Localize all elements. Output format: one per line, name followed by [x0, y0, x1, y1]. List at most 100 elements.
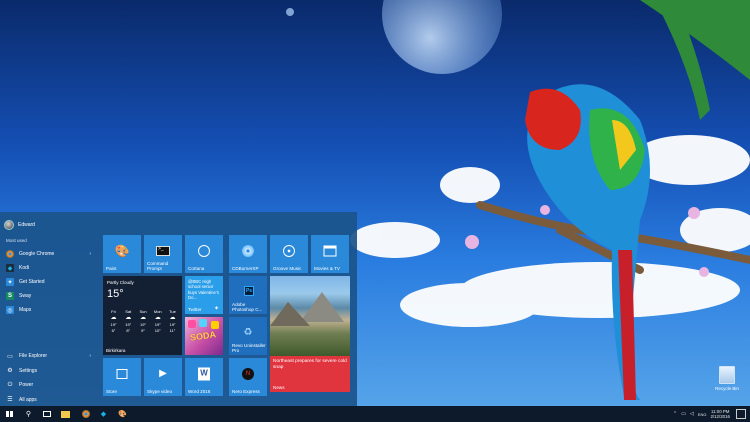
app-item-label: Google Chrome — [19, 251, 55, 257]
chrome-taskbar-button[interactable] — [79, 408, 92, 420]
tile-news[interactable]: Northeast prepares for severe cold snap … — [270, 356, 350, 392]
tile-paint[interactable]: 🎨 Paint — [103, 235, 141, 273]
forecast-day: Sat ☁ 19° 8° — [122, 309, 135, 334]
app-item-google-chrome[interactable]: Google Chrome › — [3, 247, 97, 261]
chrome-icon — [81, 410, 90, 418]
tile-skype-video[interactable]: ▶ Skype video — [144, 358, 182, 396]
store-bag-icon — [116, 368, 128, 379]
user-account-button[interactable]: Edward — [4, 220, 35, 230]
chevron-right-icon[interactable]: › — [89, 251, 91, 257]
gear-icon: ⚙ — [7, 368, 13, 375]
tile-twitter[interactable]: @BBC High school senior buys Valentine's… — [185, 276, 223, 314]
power-label: Power — [19, 382, 34, 389]
forecast-day: Sun ☁ 19° 9° — [137, 309, 150, 334]
candy-icon — [211, 321, 219, 329]
tile-revo-uninstaller[interactable]: ♻ Revo Uninstaller Pro — [229, 317, 267, 355]
tile-label: CDBurnerXP — [232, 266, 259, 271]
paint-taskbar-button[interactable]: 🎨 — [116, 408, 129, 420]
partly-cloudy-icon: ☁ — [154, 315, 161, 321]
tile-label: Adobe Photoshop C... — [232, 302, 263, 312]
language-indicator[interactable]: ENG — [698, 412, 707, 417]
clock[interactable]: 11:00 PM 2/12/2016 — [710, 409, 730, 420]
action-center-button[interactable] — [736, 409, 746, 419]
tile-photoshop[interactable]: Ps Adobe Photoshop C... — [229, 276, 267, 314]
tile-cdburnerxp[interactable]: CDBurnerXP — [229, 235, 267, 273]
weather-temperature: 15° — [107, 288, 124, 300]
power-button[interactable]: ⏻ Power — [3, 378, 97, 393]
search-button[interactable]: ⚲ — [22, 408, 35, 420]
terminal-icon: >_ — [156, 245, 170, 256]
app-item-kodi[interactable]: ◆ Kodi — [3, 261, 97, 275]
tile-cortana[interactable]: Cortana — [185, 235, 223, 273]
forecast-low: 10° — [154, 328, 161, 333]
news-photo — [270, 302, 310, 326]
tile-label: Movies & TV — [314, 266, 340, 271]
tile-command-prompt[interactable]: >_ Command Prompt — [144, 235, 182, 273]
app-item-maps[interactable]: ◎ Maps — [3, 303, 97, 317]
tile-weather[interactable]: Partly Cloudy 15° Fri ☁ 19° 6° Sat ☁ 19°… — [103, 276, 182, 355]
task-view-button[interactable] — [40, 408, 53, 420]
sway-icon: S — [6, 292, 14, 300]
folder-icon — [61, 410, 70, 418]
weather-location: Birkirkara — [106, 348, 126, 353]
weather-forecast: Fri ☁ 19° 6° Sat ☁ 19° 8° Sun ☁ 19° 9° M… — [107, 309, 179, 334]
tile-word-2016[interactable]: W Word 2016 — [185, 358, 223, 396]
volume-icon[interactable]: ◁ — [690, 411, 694, 417]
twitter-bird-icon: ✦ — [213, 306, 219, 312]
file-explorer-taskbar-button[interactable] — [59, 408, 72, 420]
network-icon[interactable]: ▭ — [681, 411, 686, 417]
tile-label: Cortana — [188, 266, 205, 271]
word-icon: W — [198, 367, 210, 381]
search-icon: ⚲ — [25, 411, 32, 418]
clapperboard-icon — [323, 245, 337, 257]
file-explorer-button[interactable]: ▭ File Explorer › — [3, 349, 97, 364]
tile-label: Twitter — [188, 307, 202, 312]
revo-uninstaller-icon: ♻ — [243, 326, 253, 338]
tile-label: Paint — [106, 266, 117, 271]
nero-icon: N — [242, 367, 254, 380]
partly-cloudy-icon: ☁ — [169, 315, 176, 321]
disc-icon — [242, 244, 254, 257]
weather-condition: Partly Cloudy — [107, 280, 134, 285]
maps-icon: ◎ — [6, 306, 14, 314]
forecast-low: 8° — [126, 328, 131, 333]
kodi-icon: ◆ — [6, 264, 14, 272]
all-apps-button[interactable]: ☰ All apps — [3, 393, 97, 408]
list-icon: ☰ — [7, 397, 13, 404]
paint-palette-icon: 🎨 — [114, 243, 130, 258]
system-list: ▭ File Explorer › ⚙ Settings ⏻ Power ☰ A… — [3, 349, 97, 407]
tile-news-photo[interactable] — [270, 276, 350, 356]
app-item-label: Kodi — [19, 265, 30, 271]
tile-movies-tv[interactable]: Movies & TV — [311, 235, 349, 273]
video-camera-icon: ▶ — [159, 367, 167, 379]
lightbulb-icon: ✦ — [6, 278, 14, 286]
tile-nero-express[interactable]: N Nero Express — [229, 358, 267, 396]
chevron-right-icon[interactable]: › — [89, 353, 91, 359]
forecast-low: 6° — [111, 328, 116, 333]
app-item-get-started[interactable]: ✦ Get Started — [3, 275, 97, 289]
recycle-bin-desktop-icon[interactable]: Recycle Bin — [712, 366, 742, 391]
start-button[interactable] — [3, 408, 16, 420]
tile-label: Nero Express — [232, 389, 260, 394]
settings-button[interactable]: ⚙ Settings — [3, 364, 97, 379]
partly-cloudy-icon: ☁ — [125, 315, 132, 321]
tile-candy-crush-soda[interactable]: SODA — [185, 317, 223, 355]
recycle-bin-icon — [719, 366, 735, 384]
file-explorer-label: File Explorer — [19, 353, 48, 360]
clock-date: 2/12/2016 — [710, 414, 730, 419]
most-used-list: Google Chrome › ◆ Kodi ✦ Get Started S S… — [3, 247, 97, 317]
paint-palette-icon: 🎨 — [118, 411, 127, 418]
app-item-sway[interactable]: S Sway — [3, 289, 97, 303]
all-apps-label: All apps — [19, 396, 37, 403]
cortana-icon — [198, 244, 210, 257]
tile-groove-music[interactable]: Groove Music — [270, 235, 308, 273]
tile-label: Skype video — [147, 389, 173, 394]
groove-disc-icon — [283, 244, 295, 257]
start-menu: Edward Most used Google Chrome › ◆ Kodi … — [0, 212, 357, 406]
kodi-taskbar-button[interactable]: ◆ — [97, 408, 110, 420]
start-left-column: Edward Most used Google Chrome › ◆ Kodi … — [0, 212, 98, 406]
tile-label: Revo Uninstaller Pro — [232, 343, 266, 353]
chevron-up-icon[interactable]: ⌃ — [673, 411, 677, 417]
tile-label: Store — [106, 389, 117, 394]
tile-store[interactable]: Store — [103, 358, 141, 396]
